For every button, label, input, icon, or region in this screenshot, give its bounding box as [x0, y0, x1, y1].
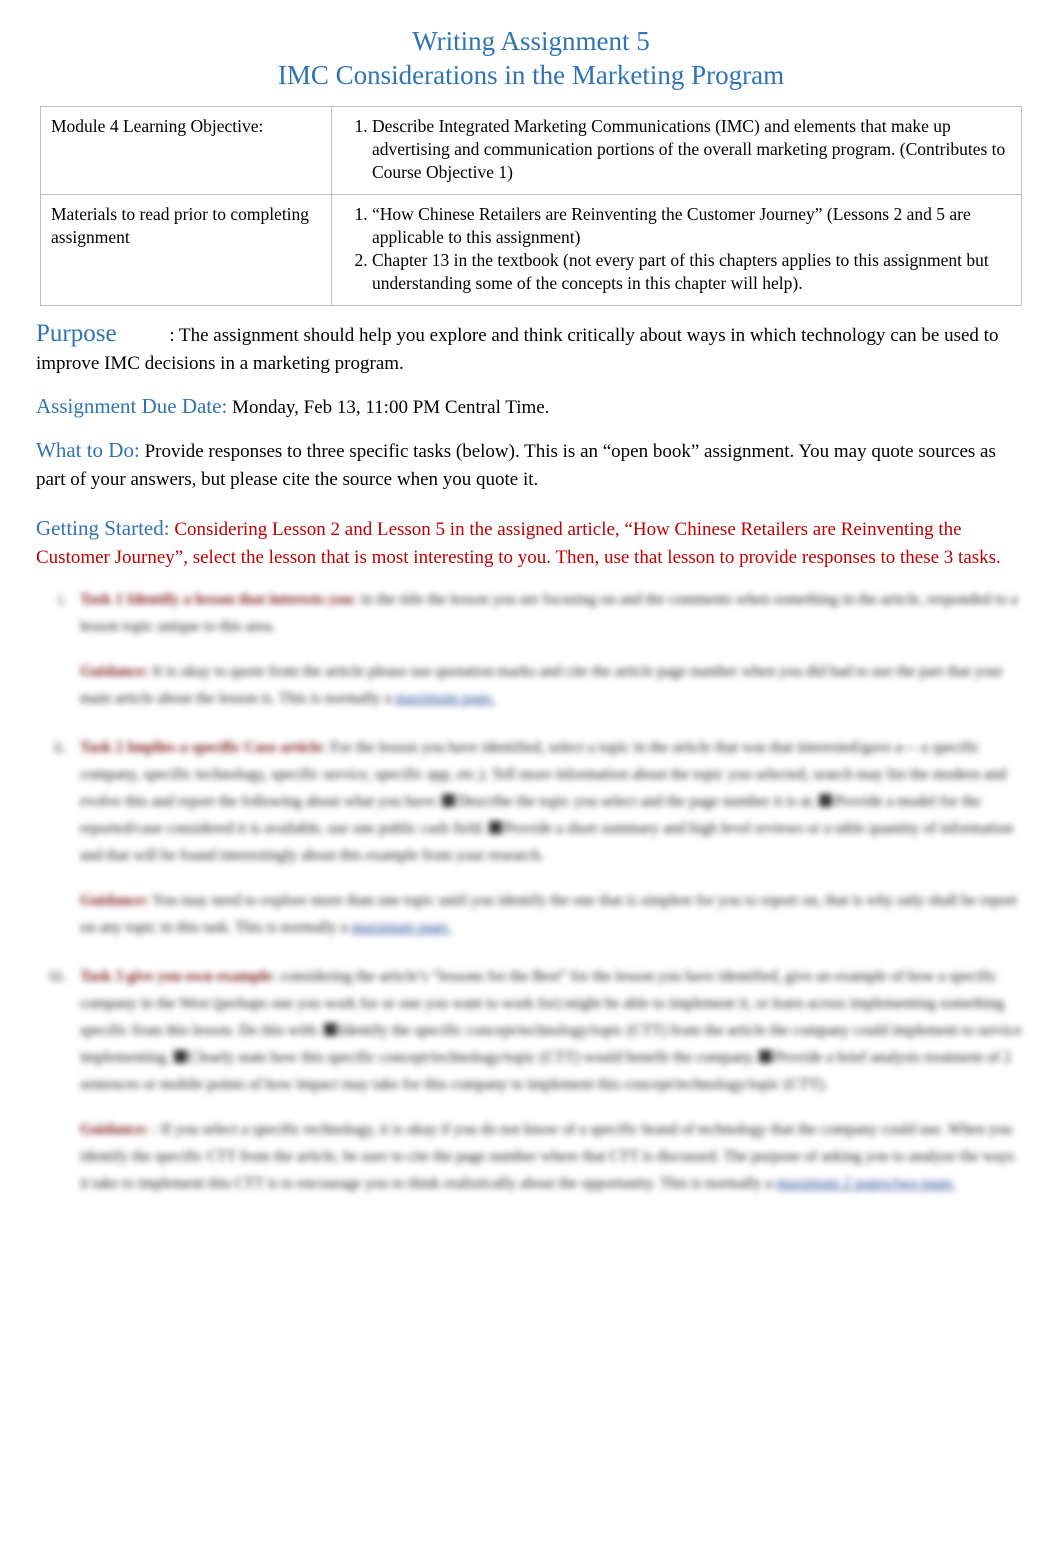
task-guidance: Guidance: You may need to explore more t… — [80, 887, 1026, 941]
task-content: Task 3 give you own example: considering… — [80, 963, 1026, 1197]
guidance-text: It is okay to quote from the article ple… — [80, 663, 1003, 707]
task-item: iii. Task 3 give you own example: consid… — [36, 963, 1026, 1197]
task-title: Task 1 Identify a lesson that interests … — [80, 591, 353, 608]
task-number: iii. — [49, 968, 66, 985]
purpose-paragraph: Purpose : The assignment should help you… — [36, 320, 1026, 378]
task-title: Task 2 Implies a specific Case article — [80, 739, 323, 756]
materials-label: Materials to read prior to completing as… — [40, 194, 332, 306]
bullet-square-icon — [173, 1050, 187, 1063]
list-item: “How Chinese Retailers are Reinventing t… — [372, 203, 1011, 249]
guidance-link[interactable]: maximum page. — [351, 919, 451, 936]
task-guidance: Guidance: It is okay to quote from the a… — [80, 658, 1026, 712]
objective-content: Describe Integrated Marketing Communicat… — [331, 106, 1022, 195]
materials-content: “How Chinese Retailers are Reinventing t… — [331, 194, 1022, 306]
getting-started-text: Considering Lesson 2 and Lesson 5 in the… — [36, 519, 1001, 568]
task-number: i. — [57, 591, 66, 608]
task-subpoint: Clearly state how this specific concept/… — [188, 1049, 756, 1066]
document-body: Purpose : The assignment should help you… — [36, 320, 1026, 1197]
task-list: i. Task 1 Identify a lesson that interes… — [36, 586, 1026, 1197]
due-date-text: Monday, Feb 13, 11:00 PM Central Time. — [232, 397, 550, 418]
what-to-do-text: Provide responses to three specific task… — [36, 441, 996, 490]
guidance-text: You may need to explore more than one to… — [80, 892, 1018, 936]
list-item: Describe Integrated Marketing Communicat… — [372, 115, 1011, 184]
task-item: i. Task 1 Identify a lesson that interes… — [36, 586, 1026, 712]
bullet-square-icon — [819, 794, 833, 807]
guidance-link[interactable]: maximum page. — [395, 690, 495, 707]
purpose-heading: Purpose — [36, 320, 117, 347]
task-content: Task 2 Implies a specific Case article: … — [80, 734, 1026, 941]
bullet-square-icon — [759, 1050, 773, 1063]
info-table: Module 4 Learning Objective: Describe In… — [40, 106, 1022, 306]
list-item: Chapter 13 in the textbook (not every pa… — [372, 249, 1011, 295]
title-line-1: Writing Assignment 5 — [412, 26, 650, 56]
title-line-2: IMC Considerations in the Marketing Prog… — [277, 60, 785, 90]
guidance-label: Guidance: — [80, 892, 149, 909]
table-row-materials: Materials to read prior to completing as… — [40, 194, 1022, 306]
what-to-do-paragraph: What to Do: Provide responses to three s… — [36, 436, 1026, 494]
task-item: ii. Task 2 Implies a specific Case artic… — [36, 734, 1026, 941]
document-page: Writing Assignment 5 IMC Considerations … — [0, 0, 1062, 1556]
bullet-square-icon — [488, 821, 502, 834]
bullet-square-icon — [323, 1023, 337, 1036]
task-subpoint: Describe the topic you select and the pa… — [457, 793, 816, 810]
document-title: Writing Assignment 5 IMC Considerations … — [0, 0, 1062, 92]
getting-started-paragraph: Getting Started: Considering Lesson 2 an… — [36, 514, 1026, 572]
due-date-heading: Assignment Due Date: — [36, 394, 228, 418]
due-date-paragraph: Assignment Due Date: Monday, Feb 13, 11:… — [36, 392, 1026, 422]
guidance-label: Guidance: — [80, 1121, 149, 1138]
task-title: Task 3 give you own example — [80, 968, 272, 985]
purpose-text: : The assignment should help you explore… — [36, 325, 999, 374]
getting-started-heading: Getting Started: — [36, 516, 170, 540]
guidance-label: Guidance: — [80, 663, 149, 680]
bullet-square-icon — [442, 794, 456, 807]
task-number: ii. — [53, 739, 67, 756]
objective-label: Module 4 Learning Objective: — [40, 106, 332, 195]
table-row-objective: Module 4 Learning Objective: Describe In… — [40, 106, 1022, 195]
task-guidance: Guidance: : If you select a specific tec… — [80, 1116, 1026, 1197]
guidance-link[interactable]: maximum 2 pages/two-page. — [776, 1175, 956, 1192]
task-content: Task 1 Identify a lesson that interests … — [80, 586, 1026, 712]
what-to-do-heading: What to Do: — [36, 438, 140, 462]
